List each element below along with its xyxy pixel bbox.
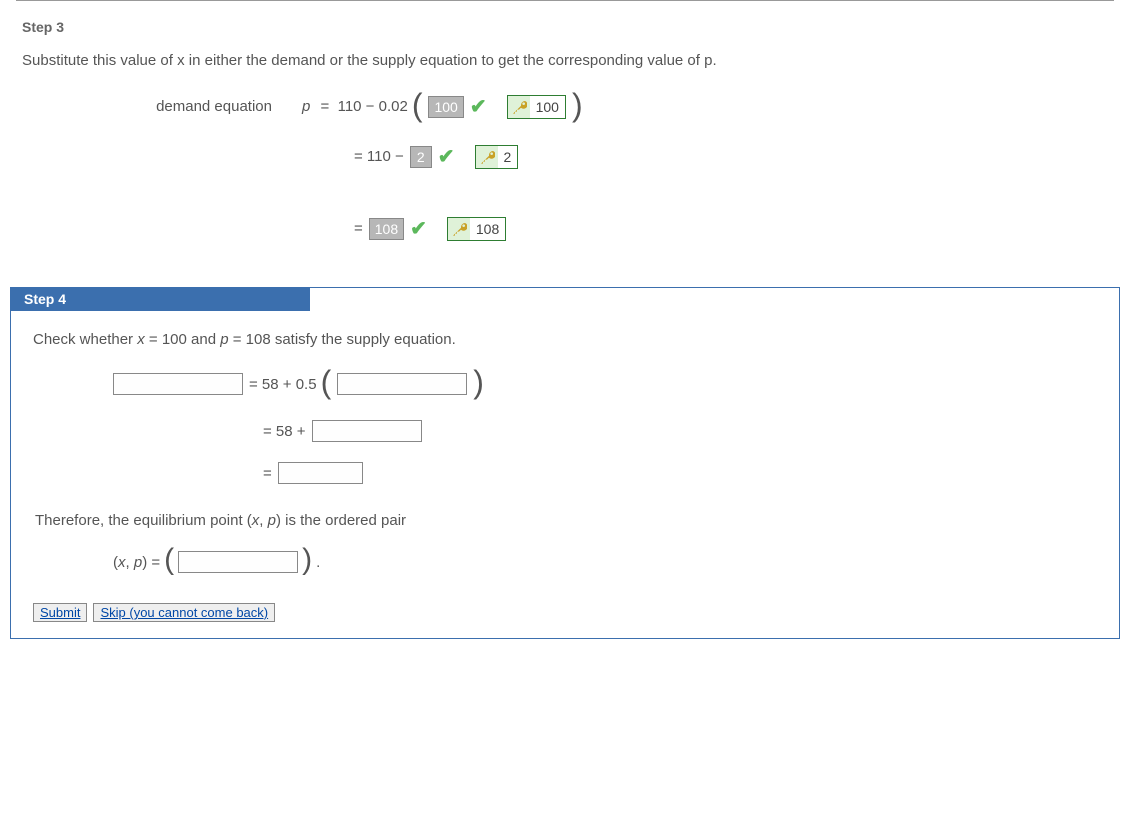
input-x-value[interactable] [337,373,467,395]
answer-box-3: 108 [369,218,404,240]
input-result[interactable] [278,462,363,484]
step3-heading: Step 3 [22,19,1130,35]
equilibrium-pair-row: (x, p) = ( ) . [113,547,1097,577]
check-icon: ✔ [470,91,487,123]
answer-box-2: 2 [410,146,432,168]
demand-label: demand equation [102,95,272,119]
key-answer-2: 2 [475,145,519,169]
equation-prefix: p [302,95,310,119]
therefore-text: Therefore, the equilibrium point (x, p) … [35,512,1095,529]
skip-button[interactable]: Skip (you cannot come back) [93,603,275,622]
supply-equation-line3: = [263,462,1097,484]
step4-block: Step 4 Check whether x = 100 and p = 108… [10,287,1120,639]
right-paren-icon: ) [572,89,583,121]
supply-equation-line2: = 58 + [263,420,1097,442]
left-paren-icon: ( [321,366,332,398]
check-icon: ✔ [410,213,427,245]
key-icon [508,96,530,118]
right-paren-icon: ) [302,545,312,575]
divider [16,0,1114,1]
input-product[interactable] [312,420,422,442]
step4-intro: Check whether x = 100 and p = 108 satisf… [33,331,1097,348]
key-icon [476,146,498,168]
left-paren-icon: ( [412,89,423,121]
submit-button[interactable]: Submit [33,603,87,622]
step4-tab: Step 4 [10,287,310,311]
step4-content: Check whether x = 100 and p = 108 satisf… [11,311,1119,577]
check-icon: ✔ [438,141,455,173]
step3-content: Substitute this value of x in either the… [22,49,1108,245]
key-answer-1: 100 [507,95,566,119]
key-answer-3: 108 [447,217,506,241]
step3-instruction: Substitute this value of x in either the… [22,49,1108,73]
supply-equation-line1: = 58 + 0.5 ( ) [113,368,1097,400]
right-paren-icon: ) [473,366,484,398]
demand-equation-line1: demand equation p = 110 − 0.02 ( 100 ✔ 1… [102,91,1108,123]
left-paren-icon: ( [164,545,174,575]
key-icon [448,218,470,240]
answer-box-1: 100 [428,96,463,118]
input-p-value[interactable] [113,373,243,395]
demand-equation-line2: = 110 − 2 ✔ 2 [354,141,1108,173]
input-ordered-pair[interactable] [178,551,298,573]
demand-equation-line3: = 108 ✔ 108 [354,213,1108,245]
